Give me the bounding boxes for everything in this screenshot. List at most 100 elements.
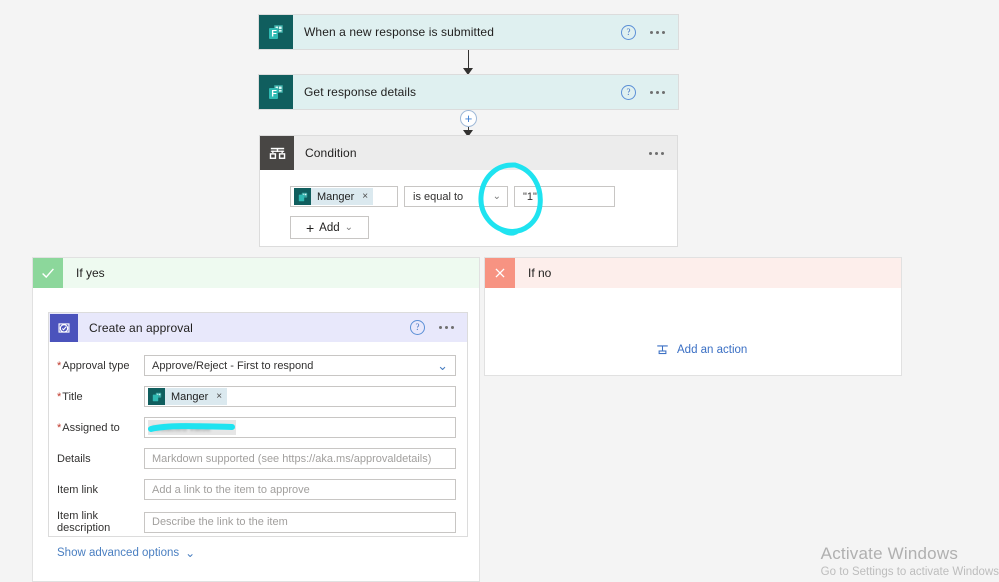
item-link-placeholder: Add a link to the item to approve <box>152 483 310 496</box>
dynamic-content-token[interactable]: Manger × <box>148 388 228 405</box>
overflow-menu-icon[interactable] <box>439 322 454 333</box>
condition-tools <box>649 136 677 170</box>
branch-if-no-label: If no <box>528 266 552 280</box>
item-link-input[interactable]: Add a link to the item to approve <box>144 479 456 500</box>
get-response-details-card[interactable]: F Get response details ? <box>258 74 679 110</box>
redacted-value-chip: redacted value <box>148 420 236 435</box>
field-label: Item link description <box>49 510 144 534</box>
condition-header: Condition <box>260 136 677 170</box>
show-advanced-options-label: Show advanced options <box>57 547 180 559</box>
add-an-action-label: Add an action <box>677 343 748 356</box>
field-assigned-to: *Assigned to redacted value <box>49 417 456 438</box>
field-label: *Title <box>49 391 144 403</box>
field-label-text: Assigned to <box>62 421 120 434</box>
microsoft-forms-icon: F <box>259 15 293 49</box>
item-link-description-input[interactable]: Describe the link to the item <box>144 511 456 533</box>
token-label: Manger <box>171 390 209 403</box>
field-label: Details <box>49 453 144 465</box>
approval-type-value: Approve/Reject - First to respond <box>152 359 314 372</box>
watermark-line-1: Activate Windows <box>820 544 959 563</box>
create-approval-title: Create an approval <box>89 320 193 335</box>
field-label-text: Item link description <box>57 510 111 534</box>
checkmark-icon <box>33 258 63 288</box>
watermark-line-2: Go to Settings to activate Windows <box>820 566 999 578</box>
condition-branch-icon <box>260 136 294 170</box>
details-input[interactable]: Markdown supported (see https://aka.ms/a… <box>144 448 456 469</box>
overflow-menu-icon[interactable] <box>649 148 664 159</box>
condition-value-field[interactable]: "1" <box>514 186 615 207</box>
field-label-text: Details <box>57 452 91 465</box>
dynamic-content-token[interactable]: Manger × <box>294 188 374 205</box>
create-approval-tools: ? <box>410 313 467 342</box>
chevron-down-icon: ⌄ <box>437 357 448 373</box>
svg-text:F: F <box>271 28 277 38</box>
field-approval-type: *Approval type Approve/Reject - First to… <box>49 355 456 376</box>
required-marker: * <box>57 421 62 434</box>
assigned-to-input[interactable]: redacted value <box>144 417 456 438</box>
condition-card[interactable]: Condition Manger × is equal to ⌄ "1" + A… <box>259 135 678 247</box>
condition-operator-value: is equal to <box>413 190 464 203</box>
trigger-card[interactable]: F When a new response is submitted ? <box>258 14 679 50</box>
flow-designer-canvas: F When a new response is submitted ? F G… <box>0 0 999 582</box>
show-advanced-options-link[interactable]: Show advanced options ⌄ <box>57 546 195 560</box>
field-label: *Assigned to <box>49 422 144 434</box>
condition-operator-select[interactable]: is equal to ⌄ <box>404 186 508 207</box>
close-x-icon <box>485 258 515 288</box>
field-label-text: Title <box>62 390 83 403</box>
trigger-card-header: F When a new response is submitted ? <box>259 15 678 49</box>
get-response-header: F Get response details ? <box>259 75 678 109</box>
get-response-tools: ? <box>621 75 678 109</box>
plus-icon: + <box>305 219 315 236</box>
branch-if-no: If no <box>484 257 902 376</box>
overflow-menu-icon[interactable] <box>650 87 665 98</box>
get-response-title: Get response details <box>304 85 417 99</box>
title-input[interactable]: Manger × <box>144 386 456 407</box>
approval-form: *Approval type Approve/Reject - First to… <box>49 342 467 560</box>
highlighter-redaction-stroke <box>148 423 235 432</box>
required-marker: * <box>57 390 62 403</box>
condition-title: Condition <box>305 146 357 160</box>
item-link-description-placeholder: Describe the link to the item <box>152 516 288 528</box>
overflow-menu-icon[interactable] <box>650 27 665 38</box>
help-icon[interactable]: ? <box>621 24 636 40</box>
add-action-icon <box>655 342 670 357</box>
field-label-text: Item link <box>57 483 98 496</box>
microsoft-forms-icon <box>294 188 311 205</box>
condition-value: "1" <box>523 190 537 203</box>
windows-activation-watermark: Activate Windows Go to Settings to activ… <box>821 544 999 578</box>
token-remove-icon[interactable]: × <box>362 191 368 202</box>
create-approval-card[interactable]: Create an approval ? *Approval type Appr… <box>48 312 468 560</box>
branch-if-no-header: If no <box>485 258 901 288</box>
token-remove-icon[interactable]: × <box>216 391 222 402</box>
condition-body: Manger × is equal to ⌄ "1" + Add ⌄ <box>260 170 677 239</box>
create-approval-header: Create an approval ? <box>49 313 467 342</box>
chevron-down-icon: ⌄ <box>492 191 501 202</box>
field-label: Item link <box>49 484 144 496</box>
branch-if-yes-header: If yes <box>33 258 479 288</box>
insert-action-button[interactable]: + <box>460 110 477 127</box>
field-item-link: Item link Add a link to the item to appr… <box>49 479 456 500</box>
trigger-title: When a new response is submitted <box>304 25 494 39</box>
add-an-action-button[interactable]: Add an action <box>655 342 747 357</box>
approval-check-icon <box>49 313 78 342</box>
chevron-down-icon: ⌄ <box>185 546 196 560</box>
condition-add-button[interactable]: + Add ⌄ <box>290 216 369 239</box>
field-item-link-description: Item link description Describe the link … <box>49 510 456 534</box>
help-icon[interactable]: ? <box>410 320 425 335</box>
condition-left-operand-field[interactable]: Manger × <box>290 186 398 207</box>
field-title: *Title Manger × <box>49 386 456 407</box>
token-label: Manger <box>317 190 355 203</box>
field-label-text: Approval type <box>62 359 130 372</box>
svg-text:F: F <box>271 88 277 98</box>
required-marker: * <box>57 359 62 372</box>
condition-add-label: Add <box>319 221 340 234</box>
field-label: *Approval type <box>49 360 144 372</box>
approval-type-select[interactable]: Approve/Reject - First to respond ⌄ <box>144 355 456 376</box>
microsoft-forms-icon: F <box>259 75 293 109</box>
condition-row: Manger × is equal to ⌄ "1" <box>290 186 677 207</box>
trigger-tools: ? <box>621 15 678 49</box>
details-placeholder: Markdown supported (see https://aka.ms/a… <box>152 452 432 465</box>
help-icon[interactable]: ? <box>621 84 636 100</box>
field-details: Details Markdown supported (see https://… <box>49 448 456 469</box>
microsoft-forms-icon <box>148 388 165 405</box>
